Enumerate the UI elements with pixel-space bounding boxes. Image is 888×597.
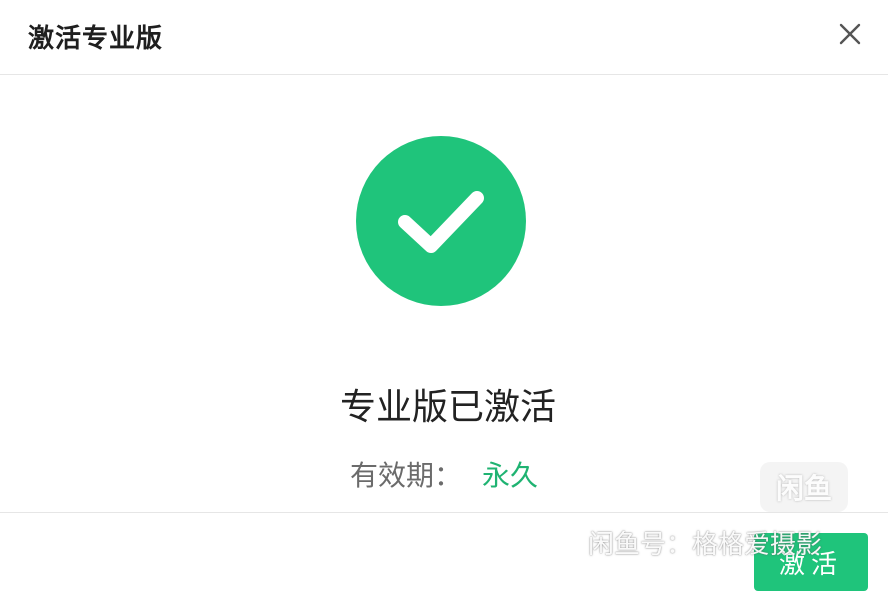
close-icon <box>838 22 862 50</box>
watermark-text: 闲鱼号：格格爱摄影 <box>588 530 823 560</box>
validity-label: 有效期： <box>349 459 462 492</box>
validity-value: 永久 <box>482 459 539 492</box>
dialog-title: 激活专业版 <box>28 24 164 54</box>
activate-pro-dialog: 激活专业版 专业版已激活 有效期： 永久 激活 闲鱼 闲鱼号：格格爱摄影 <box>0 0 888 597</box>
validity-row: 有效期： 永久 <box>0 454 888 494</box>
footer-divider <box>0 512 888 513</box>
watermark-logo: 闲鱼 <box>760 462 848 512</box>
close-button[interactable] <box>830 16 870 56</box>
activation-status-message: 专业版已激活 <box>339 387 556 428</box>
dialog-header: 激活专业版 <box>0 0 888 75</box>
check-circle-icon <box>356 136 526 306</box>
